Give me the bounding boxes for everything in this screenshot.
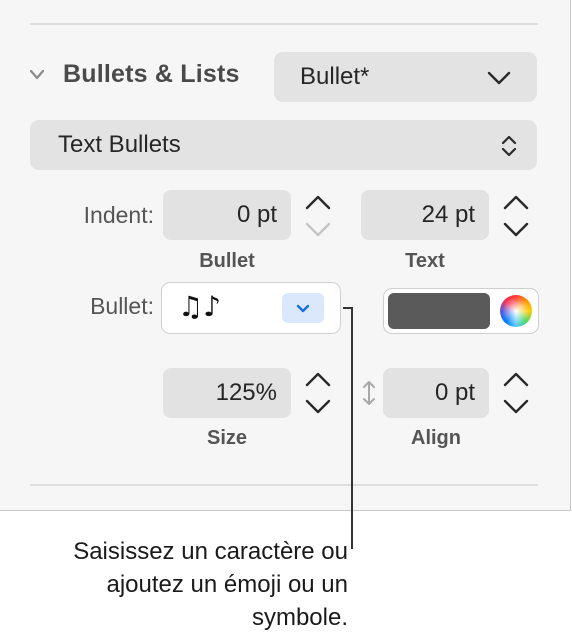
- bullet-type-popup[interactable]: Text Bullets: [30, 120, 537, 170]
- callout-line-2: ajoutez un émoji ou un: [106, 571, 349, 598]
- text-indent-caption: Text: [405, 250, 445, 272]
- chevron-down-icon: [296, 304, 310, 313]
- callout-text: Saisissez un caractère ou ajoutez un émo…: [8, 535, 348, 634]
- chevron-down-icon: [487, 71, 511, 85]
- bullet-indent-stepper[interactable]: [300, 190, 336, 242]
- callout-line-3: symbole.: [251, 604, 348, 631]
- list-style-popup[interactable]: Bullet*: [274, 52, 537, 102]
- emoji-symbol-dropdown-button[interactable]: [282, 293, 324, 323]
- align-value: 0 pt: [434, 379, 475, 406]
- bullet-indent-field[interactable]: 0 pt: [163, 190, 291, 240]
- color-wheel-icon[interactable]: [500, 295, 532, 327]
- callout-leader-vertical: [351, 307, 353, 549]
- text-indent-field[interactable]: 24 pt: [361, 190, 489, 240]
- bullet-label: Bullet:: [90, 293, 154, 319]
- size-caption: Size: [206, 427, 248, 449]
- align-caption: Align: [411, 427, 461, 449]
- indent-label: Indent:: [83, 202, 154, 228]
- bullet-color-well[interactable]: [383, 288, 539, 334]
- vertical-align-arrow-icon: [363, 381, 375, 405]
- text-indent-value: 24 pt: [421, 201, 475, 228]
- align-stepper[interactable]: [498, 367, 534, 419]
- bullet-indent-caption: Bullet: [199, 250, 255, 272]
- bullet-type-value: Text Bullets: [58, 131, 181, 158]
- size-stepper[interactable]: [300, 367, 336, 419]
- text-indent-stepper[interactable]: [498, 190, 534, 242]
- size-value: 125%: [215, 379, 277, 406]
- align-field[interactable]: 0 pt: [383, 368, 489, 418]
- callout-line-1: Saisissez un caractère ou: [73, 538, 348, 565]
- bullet-indent-value: 0 pt: [236, 201, 277, 228]
- section-title: Bullets & Lists: [63, 60, 240, 88]
- list-style-value: Bullet*: [300, 63, 370, 90]
- bullet-character: ♫♪: [178, 290, 221, 323]
- up-down-chevron-icon: [501, 135, 517, 157]
- format-sidebar-panel: Bullets & Lists Bullet* Text Bullets Ind…: [0, 0, 571, 511]
- color-swatch[interactable]: [388, 293, 490, 329]
- disclosure-chevron-icon[interactable]: [28, 68, 46, 82]
- bullet-character-field[interactable]: ♫♪: [161, 282, 341, 334]
- bottom-divider: [30, 484, 538, 486]
- size-field[interactable]: 125%: [163, 368, 291, 418]
- top-divider: [30, 23, 538, 25]
